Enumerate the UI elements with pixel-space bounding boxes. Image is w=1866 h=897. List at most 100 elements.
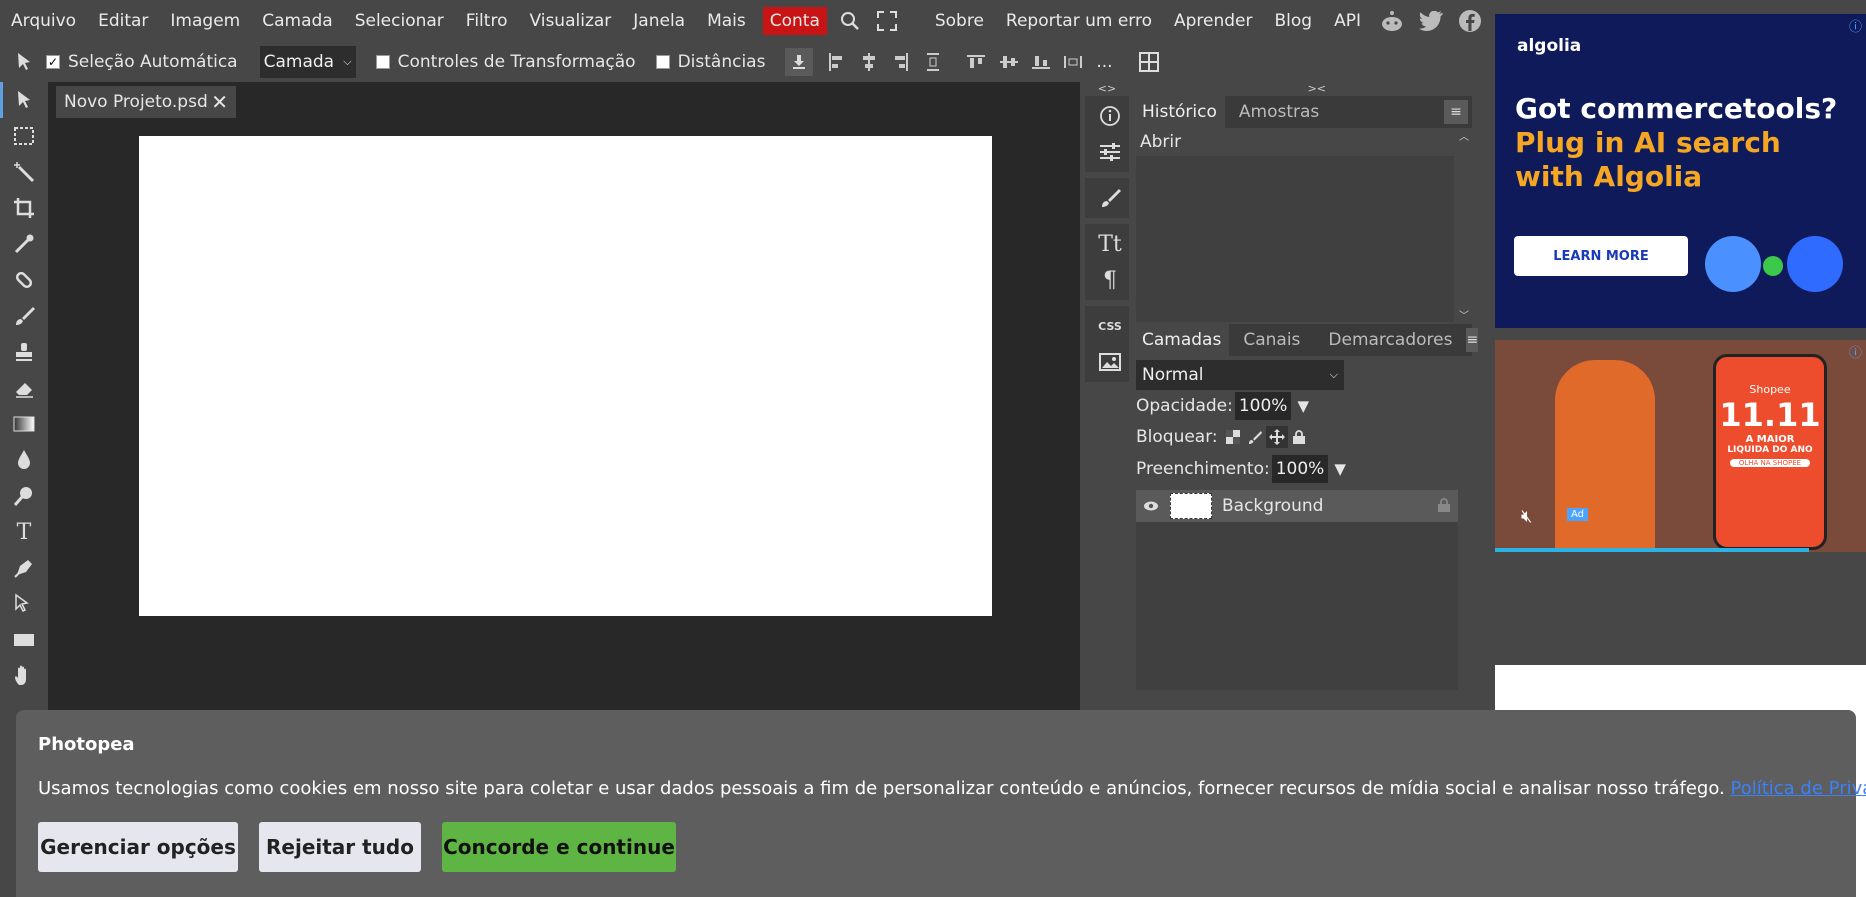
image-icon[interactable] [1085,344,1135,380]
distances-checkbox[interactable] [655,55,670,69]
tab-historico[interactable]: Histórico [1134,96,1225,128]
menu-filtro[interactable]: Filtro [455,0,519,42]
accept-continue-button[interactable]: Concorde e continue [442,822,676,872]
healing-brush-tool[interactable] [0,262,48,298]
blend-mode-dropdown[interactable]: Normal ⌵ [1136,360,1344,390]
distribute-v-icon[interactable] [1057,42,1089,82]
collapse-left-toggle[interactable]: <> [1082,82,1132,96]
mute-icon[interactable]: 🔇︎ [1521,506,1532,527]
marquee-tool[interactable] [0,118,48,154]
reddit-icon[interactable] [1372,0,1412,42]
lock-position-icon[interactable] [1265,426,1288,448]
align-top-icon[interactable] [959,42,993,82]
privacy-policy-link[interactable]: Política de Privacidade [1731,778,1866,799]
ad-learn-more-button[interactable]: LEARN MORE [1514,236,1688,276]
menu-arquivo[interactable]: Arquivo [0,0,87,42]
document-tab[interactable]: Novo Projeto.psd ✕ [56,86,236,118]
transform-controls-checkbox[interactable] [375,55,390,69]
tab-canais[interactable]: Canais [1229,324,1314,356]
download-icon[interactable] [785,48,814,76]
document-canvas[interactable] [139,136,992,616]
menu-aprender[interactable]: Aprender [1163,0,1264,42]
ad-info-icon[interactable]: ⓘ [1849,16,1862,35]
rectangle-tool[interactable] [0,622,48,658]
menu-camada[interactable]: Camada [251,0,343,42]
align-center-h-icon[interactable] [853,42,885,82]
opacity-input[interactable]: 100% [1234,392,1292,420]
close-icon[interactable]: ✕ [211,90,228,114]
lock-all-icon[interactable] [1288,426,1310,448]
history-panel-menu-icon[interactable]: ≡ [1444,100,1468,124]
panel-icon-column: <> Tt ¶ CSS [1082,82,1132,722]
align-bottom-icon[interactable] [1025,42,1057,82]
hand-tool[interactable] [0,658,48,694]
eyedropper-tool[interactable] [0,226,48,262]
fullscreen-icon[interactable] [867,0,907,42]
history-list-area [1136,156,1454,322]
menu-visualizar[interactable]: Visualizar [518,0,622,42]
css-icon[interactable]: CSS [1085,308,1135,344]
menu-mais[interactable]: Mais [696,0,757,42]
layer-row[interactable]: Background [1136,490,1458,522]
paragraph-icon[interactable]: ¶ [1085,262,1135,298]
distribute-h-icon[interactable] [917,42,949,82]
move-tool[interactable] [0,82,48,118]
crop-tool[interactable] [0,190,48,226]
ad-shopee-cta[interactable]: OLHA NA SHOPEE [1730,459,1810,467]
lock-pixels-icon[interactable] [1244,426,1266,448]
pen-tool[interactable] [0,550,48,586]
facebook-icon[interactable] [1450,0,1490,42]
character-icon[interactable]: Tt [1085,226,1135,262]
opacity-dropdown-icon[interactable]: ▼ [1297,397,1309,415]
type-tool[interactable]: T [0,514,48,550]
menu-imagem[interactable]: Imagem [159,0,251,42]
manage-options-button[interactable]: Gerenciar opções [38,822,238,872]
menu-blog[interactable]: Blog [1264,0,1324,42]
grid-icon[interactable] [1129,42,1169,82]
menu-api[interactable]: API [1323,0,1372,42]
lock-icon [1438,497,1450,516]
layer-select-dropdown[interactable]: Camada ⌵ [259,46,356,78]
move-tool-icon[interactable] [6,42,46,82]
path-select-tool[interactable] [0,586,48,622]
history-scrollbar[interactable]: ︿ ﹀ [1458,128,1470,322]
lock-transparency-icon[interactable] [1222,426,1244,448]
align-middle-v-icon[interactable] [993,42,1025,82]
clone-stamp-tool[interactable] [0,334,48,370]
account-button[interactable]: Conta [762,7,827,35]
info-icon[interactable] [1085,98,1135,134]
more-options-button[interactable]: ... [1089,52,1119,72]
twitter-icon[interactable] [1412,0,1450,42]
collapse-right-toggle[interactable]: >< [1134,82,1472,96]
blur-tool[interactable] [0,442,48,478]
auto-select-checkbox[interactable]: ✓ [46,55,60,69]
reject-all-button[interactable]: Rejeitar tudo [259,822,421,872]
layers-panel-menu-icon[interactable]: ≡ [1466,328,1479,352]
tab-demarcadores[interactable]: Demarcadores [1314,324,1466,356]
fill-input[interactable]: 100% [1271,455,1329,483]
tab-camadas[interactable]: Camadas [1134,324,1230,356]
history-item[interactable]: Abrir [1134,128,1472,156]
ad-banner-algolia[interactable]: algolia ⓘ Got commercetools? Plug in AI … [1495,14,1866,328]
adjustments-icon[interactable] [1085,134,1135,170]
layer-name: Background [1222,496,1324,516]
menu-sobre[interactable]: Sobre [924,0,995,42]
eraser-tool[interactable] [0,370,48,406]
brush-tool[interactable] [0,298,48,334]
search-icon[interactable] [833,0,867,42]
fill-dropdown-icon[interactable]: ▼ [1334,460,1346,478]
menu-reportar-erro[interactable]: Reportar um erro [995,0,1163,42]
align-left-icon[interactable] [819,42,853,82]
ad-banner-shopee[interactable]: Shopee 11.11 A MAIOR LIQUIDA DO ANO OLHA… [1495,340,1866,552]
menu-selecionar[interactable]: Selecionar [344,0,455,42]
gradient-tool[interactable] [0,406,48,442]
eye-icon[interactable] [1136,501,1166,511]
ad-info-icon[interactable]: ⓘ [1849,342,1862,361]
magic-wand-tool[interactable] [0,154,48,190]
dodge-tool[interactable] [0,478,48,514]
menu-editar[interactable]: Editar [87,0,159,42]
brush-settings-icon[interactable] [1085,180,1135,216]
tab-amostras[interactable]: Amostras [1225,96,1333,128]
menu-janela[interactable]: Janela [622,0,696,42]
align-right-icon[interactable] [885,42,917,82]
